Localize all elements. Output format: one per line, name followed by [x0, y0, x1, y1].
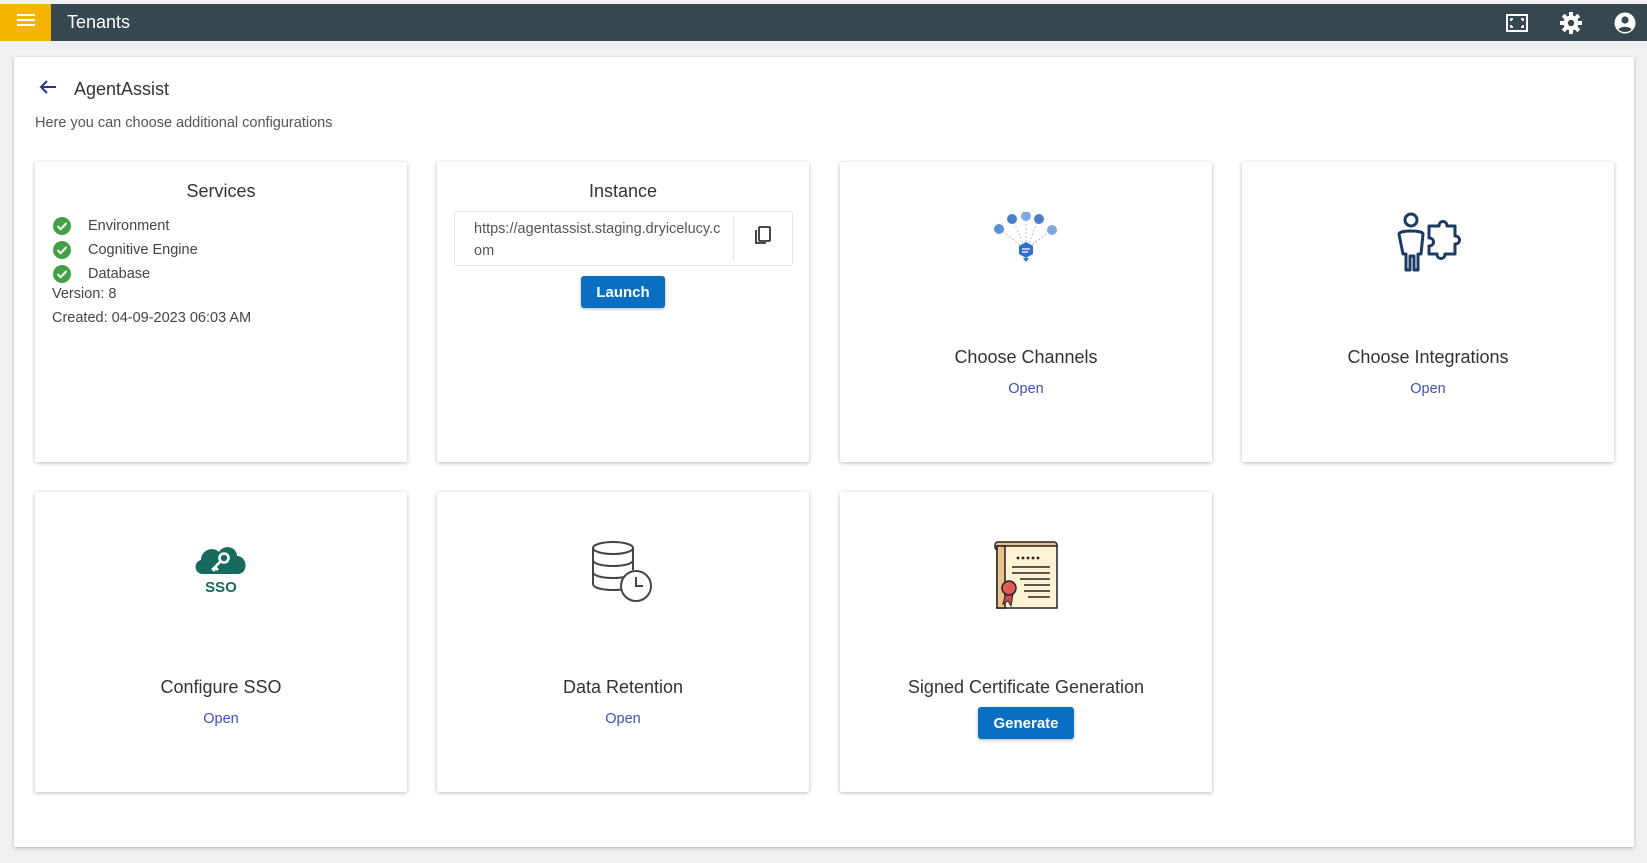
database-clock-icon [591, 540, 655, 609]
main-panel: AgentAssist Here you can choose addition… [14, 57, 1634, 847]
certificate-title: Signed Certificate Generation [907, 677, 1145, 697]
page-title: AgentAssist [74, 78, 170, 99]
page-header: AgentAssist [36, 77, 169, 101]
arrow-left-icon [39, 79, 57, 100]
certificate-icon [992, 540, 1060, 615]
app-title: Tenants [67, 12, 131, 32]
retention-card: Data Retention Open [437, 492, 809, 792]
channels-card: Choose Channels Open [840, 162, 1212, 462]
sso-open-link[interactable]: Open [35, 711, 407, 727]
service-label: Environment [88, 218, 170, 234]
generate-button[interactable]: Generate [978, 707, 1074, 739]
instance-url-box: https://agentassist.staging.dryicelucy.c… [454, 211, 793, 266]
copy-icon [754, 226, 772, 251]
channels-title: Choose Channels [954, 347, 1098, 367]
check-circle-icon [52, 216, 72, 236]
service-item-cognitive-engine: Cognitive Engine [52, 238, 198, 262]
gear-icon[interactable] [1559, 11, 1583, 35]
sso-cloud-icon: SSO [191, 540, 251, 601]
service-item-environment: Environment [52, 214, 198, 238]
instance-url[interactable]: https://agentassist.staging.dryicelucy.c… [455, 212, 733, 265]
retention-title: Data Retention [562, 677, 684, 697]
svg-text:SSO: SSO [205, 579, 237, 596]
menu-button[interactable] [0, 4, 51, 41]
fullscreen-icon[interactable] [1505, 11, 1529, 35]
instance-card: Instance https://agentassist.staging.dry… [437, 162, 809, 462]
integrations-open-link[interactable]: Open [1242, 381, 1614, 397]
account-icon[interactable] [1613, 11, 1637, 35]
integrations-card: Choose Integrations Open [1242, 162, 1614, 462]
service-item-database: Database [52, 262, 198, 286]
service-list: Environment Cognitive Engine Database [52, 214, 198, 286]
check-circle-icon [52, 240, 72, 260]
service-label: Cognitive Engine [88, 242, 198, 258]
top-actions [1505, 4, 1637, 41]
launch-button[interactable]: Launch [581, 276, 665, 308]
check-circle-icon [52, 264, 72, 284]
integrations-icon [1395, 212, 1461, 281]
channels-open-link[interactable]: Open [840, 381, 1212, 397]
integrations-title: Choose Integrations [1347, 347, 1509, 367]
version-text: Version: 8 [52, 286, 117, 302]
top-app-bar: Tenants [0, 4, 1647, 41]
instance-title: Instance [588, 181, 658, 201]
retention-open-link[interactable]: Open [437, 711, 809, 727]
sso-card: SSO Configure SSO Open [35, 492, 407, 792]
hamburger-icon [16, 13, 35, 32]
channels-icon [991, 211, 1061, 281]
services-card: Services Environment Cognitive Engine Da… [35, 162, 407, 462]
certificate-card: Signed Certificate Generation Generate [840, 492, 1212, 792]
page-subtitle: Here you can choose additional configura… [35, 115, 333, 131]
services-title: Services [186, 181, 256, 201]
copy-button[interactable] [734, 212, 792, 265]
back-button[interactable] [36, 77, 60, 101]
sso-title: Configure SSO [160, 677, 282, 697]
service-label: Database [88, 266, 151, 282]
created-text: Created: 04-09-2023 06:03 AM [52, 310, 252, 326]
